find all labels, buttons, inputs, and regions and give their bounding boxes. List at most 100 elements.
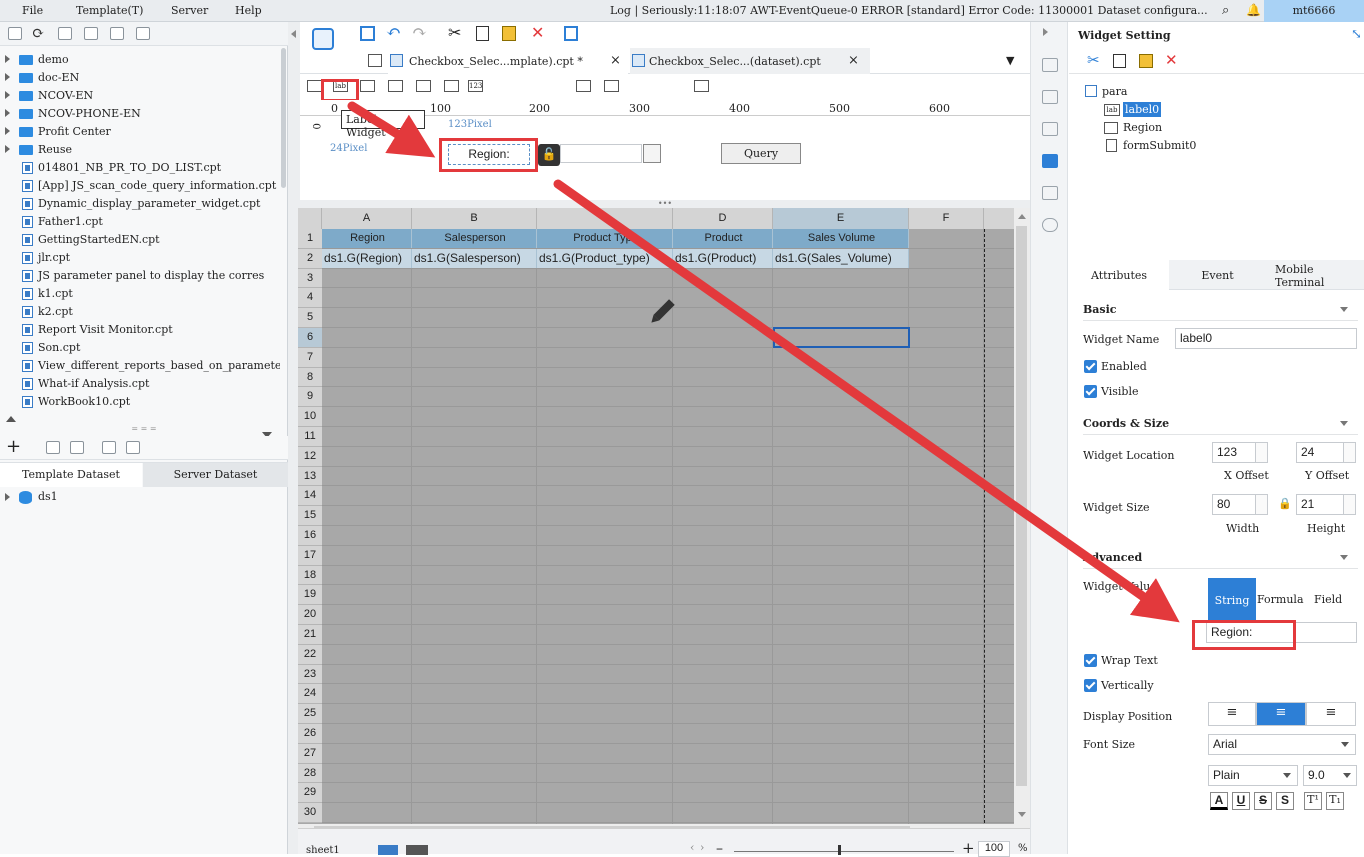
copy-doc-icon[interactable] — [476, 26, 489, 41]
row-header-cell[interactable]: 24 — [298, 684, 322, 705]
row-header-cell[interactable]: 14 — [298, 486, 322, 507]
row-header-cell[interactable]: 8 — [298, 367, 322, 388]
more-widgets-icon[interactable] — [694, 80, 709, 92]
row-header-cell[interactable]: 22 — [298, 644, 322, 665]
tree-file[interactable]: What-if Analysis.cpt — [0, 375, 280, 393]
chevron-down-icon[interactable] — [1341, 742, 1349, 747]
tree-file[interactable]: k1.cpt — [0, 285, 280, 303]
expand-icon[interactable] — [5, 55, 10, 63]
chevron-down-icon[interactable] — [1343, 773, 1351, 778]
tab-menu-icon[interactable]: ▼ — [1006, 54, 1014, 67]
tree-item-label0[interactable]: label0 — [1123, 102, 1162, 117]
tree-file[interactable]: JS parameter panel to display the corres — [0, 267, 280, 285]
redo-icon[interactable]: ↷ — [412, 22, 427, 43]
cut-icon[interactable]: ✂ — [1087, 51, 1100, 69]
expand-icon[interactable] — [5, 91, 10, 99]
strikethrough-button[interactable]: S — [1254, 792, 1272, 810]
tree-widget-icon[interactable] — [658, 80, 673, 92]
tree-item-formsubmit0[interactable]: formSubmit0 — [1123, 139, 1196, 152]
x-offset-stepper[interactable] — [1256, 442, 1268, 463]
zoom-out-icon[interactable]: – — [716, 841, 723, 857]
spreadsheet-grid[interactable]: ABCDEF 1 2 3 4 5 6 7 8 9 10 11 12 13 14 15 16 17 18 19 20 21… — [298, 208, 1028, 828]
float-element-icon[interactable] — [1042, 122, 1058, 136]
section-advanced[interactable]: Advanced — [1083, 547, 1358, 569]
tree-item-region[interactable]: Region — [1123, 121, 1162, 134]
tree-file[interactable]: Father1.cpt — [0, 213, 280, 231]
row-header-cell[interactable]: 1 — [298, 229, 322, 249]
save-icon[interactable] — [360, 26, 375, 41]
row-header-cell[interactable]: 7 — [298, 347, 322, 368]
hyperlink-icon[interactable] — [1042, 218, 1058, 232]
data-cell[interactable]: ds1.G(Salesperson) — [412, 248, 537, 268]
align-right-icon[interactable]: ≡ — [1306, 702, 1356, 726]
section-coords[interactable]: Coords & Size — [1083, 413, 1358, 435]
lock-icon[interactable]: 🔓 — [538, 144, 560, 166]
tree-file[interactable]: WorkBook10.cpt — [0, 393, 280, 411]
menu-help[interactable]: Help — [235, 4, 262, 17]
row-header-cell[interactable]: 10 — [298, 407, 322, 427]
header-cell[interactable]: Region — [322, 229, 412, 248]
tree-file[interactable]: k2.cpt — [0, 303, 280, 321]
row-header-cell[interactable]: 11 — [298, 427, 322, 447]
region-input[interactable] — [560, 144, 642, 163]
tree-file[interactable]: Son.cpt — [0, 339, 280, 357]
font-color-button[interactable]: A — [1210, 792, 1228, 810]
clear-icon[interactable]: ✕ — [531, 23, 544, 42]
bell-icon[interactable]: 🔔 — [1246, 3, 1261, 17]
row-header-cell[interactable]: 13 — [298, 466, 322, 487]
splitter-handle[interactable]: = = = — [0, 425, 288, 433]
tab-mobile-terminal[interactable]: Mobile Terminal — [1275, 263, 1335, 291]
enabled-checkbox[interactable] — [1084, 360, 1097, 373]
remove-icon[interactable] — [70, 441, 84, 454]
widget-setting-icon[interactable] — [1042, 154, 1058, 168]
collapse-right-icon[interactable] — [1043, 28, 1048, 36]
cell-element-icon[interactable] — [1042, 58, 1058, 72]
tree-folder[interactable]: demo — [0, 51, 280, 69]
zoom-input[interactable]: 100 — [978, 841, 1010, 857]
cell-attribute-icon[interactable] — [1042, 90, 1058, 104]
vertically-checkbox[interactable] — [1084, 679, 1097, 692]
column-header-cell[interactable]: F — [909, 208, 984, 229]
x-offset-input[interactable]: 123 — [1212, 442, 1256, 463]
tree-root[interactable]: para — [1102, 85, 1127, 98]
subscript-button[interactable]: T₁ — [1326, 792, 1344, 810]
expand-icon[interactable] — [5, 127, 10, 135]
font-family-select[interactable]: Arial — [1208, 734, 1356, 755]
search-icon[interactable]: ⌕ — [1222, 3, 1229, 18]
log-status[interactable]: Log | Seriously:11:18:07 AWT-EventQueue-… — [610, 4, 1210, 17]
visible-checkbox[interactable] — [1084, 385, 1097, 398]
tree-folder[interactable]: NCOV-EN — [0, 87, 280, 105]
row-header-cell[interactable]: 25 — [298, 704, 322, 724]
row-header-cell[interactable]: 18 — [298, 565, 322, 586]
tab-server-dataset[interactable]: Server Dataset — [143, 463, 288, 487]
expand-icon[interactable] — [5, 73, 10, 81]
date-widget-icon[interactable] — [444, 80, 459, 92]
column-header-cell[interactable]: D — [673, 208, 773, 229]
wrap-text-checkbox[interactable] — [1084, 654, 1097, 667]
toggle-widget-icon[interactable] — [630, 80, 645, 92]
row-header-cell[interactable]: 5 — [298, 308, 322, 328]
param-splitter[interactable]: ••• — [300, 200, 1030, 208]
tree-folder[interactable]: NCOV-PHONE-EN — [0, 105, 280, 123]
menu-server[interactable]: Server — [171, 4, 208, 17]
row-header-cell[interactable]: 3 — [298, 268, 322, 289]
open-icon[interactable] — [58, 27, 72, 40]
row-header-cell[interactable]: 19 — [298, 585, 322, 606]
menu-template[interactable]: Template(T) — [76, 4, 143, 17]
paste-icon[interactable] — [502, 26, 516, 41]
tree-file[interactable]: Dynamic_display_parameter_widget.cpt — [0, 195, 280, 213]
row-header-cell[interactable]: 27 — [298, 743, 322, 764]
column-header-cell[interactable]: E — [773, 208, 909, 229]
header-cell[interactable]: Product — [673, 229, 773, 248]
cut-icon[interactable]: ✂ — [448, 23, 461, 42]
preview-icon[interactable] — [102, 441, 116, 454]
tree-file[interactable]: 014801_NB_PR_TO_DO_LIST.cpt — [0, 159, 280, 177]
tab-template-dataset[interactable]: Template Dataset — [0, 463, 142, 487]
value-type-field[interactable]: Field — [1314, 593, 1342, 606]
value-type-formula[interactable]: Formula — [1257, 593, 1304, 606]
tree-folder[interactable]: Reuse — [0, 141, 280, 159]
preview-template-icon[interactable] — [564, 26, 578, 41]
refresh-icon[interactable]: ⟳ — [32, 24, 45, 42]
radio-widget-icon[interactable] — [496, 80, 511, 92]
width-stepper[interactable] — [1256, 494, 1268, 515]
